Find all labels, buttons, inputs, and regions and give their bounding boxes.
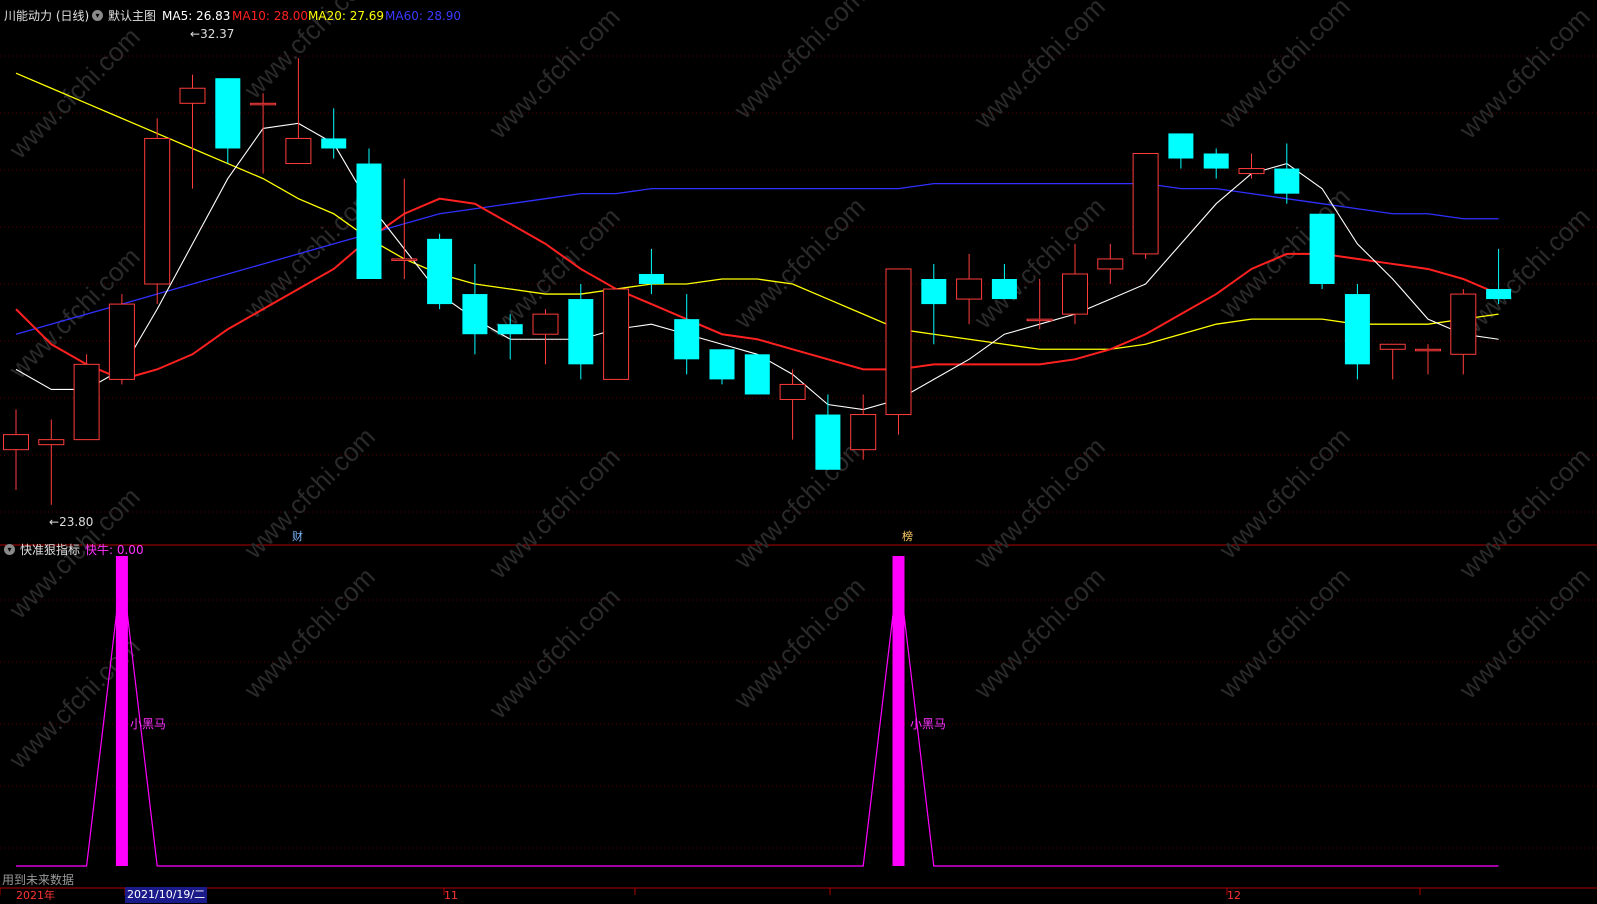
candle-body xyxy=(1238,168,1265,175)
watermark-text: www.cfchi.com xyxy=(237,421,380,564)
month-12-label: 12 xyxy=(1227,889,1241,902)
candle-body xyxy=(1203,153,1229,169)
candle-body xyxy=(250,102,277,106)
watermark-text: www.cfchi.com xyxy=(1212,0,1355,135)
indicator-value: 快牛: 0.00 xyxy=(85,543,144,557)
candle-body xyxy=(144,137,171,285)
candle-body xyxy=(321,138,347,149)
candle-body xyxy=(179,87,206,104)
watermark-text: www.cfchi.com xyxy=(237,561,380,704)
watermark-text: www.cfchi.com xyxy=(2,21,145,164)
candle-body xyxy=(638,273,664,285)
candle-body xyxy=(603,288,630,380)
candle-body xyxy=(1379,343,1406,350)
watermark-text: www.cfchi.com xyxy=(967,0,1110,135)
candle-body xyxy=(1097,258,1124,270)
watermark-text: www.cfchi.com xyxy=(967,431,1110,574)
candle-body xyxy=(532,313,559,335)
candle-body xyxy=(815,414,841,470)
candle-body xyxy=(991,279,1017,300)
low-price-marker: ←23.80 xyxy=(49,515,94,529)
event-bang-tag[interactable]: 榜 xyxy=(902,528,913,544)
candle-body xyxy=(3,434,29,451)
candle-body xyxy=(1132,153,1159,255)
candle-body xyxy=(38,439,65,446)
candle-body xyxy=(1062,273,1088,315)
stock-chart-window: www.cfchi.com www.cfchi.com www.cfchi.com w… xyxy=(0,0,1597,903)
candle-body xyxy=(285,137,312,165)
candle-body xyxy=(1344,294,1370,365)
candle-body xyxy=(568,299,594,365)
candle-body xyxy=(1274,168,1300,194)
candle-body xyxy=(1450,293,1477,355)
selected-date[interactable]: 2021/10/19/二 xyxy=(125,887,208,903)
high-price-label: 32.37 xyxy=(200,27,235,41)
signal-bar xyxy=(115,556,128,866)
ma20-value: MA20: 27.69 xyxy=(308,9,385,23)
watermark-text: www.cfchi.com xyxy=(727,571,870,714)
high-price-marker: ←32.37 xyxy=(190,27,235,41)
candle-body xyxy=(73,363,100,441)
year-label: 2021年 xyxy=(16,889,55,902)
watermark-text: www.cfchi.com xyxy=(482,581,625,724)
candle-body xyxy=(779,383,806,400)
main-chart-label[interactable]: 默认主图 xyxy=(108,8,156,24)
candle-body xyxy=(427,238,453,305)
ma5-value: MA5: 26.83 xyxy=(162,9,231,23)
candle-body xyxy=(1309,213,1335,285)
candle-body xyxy=(1486,289,1512,300)
candle-body xyxy=(1168,133,1194,159)
watermark-text: www.cfchi.com xyxy=(482,1,625,144)
candle-body xyxy=(391,258,418,261)
candle-body xyxy=(956,278,983,300)
candle-body xyxy=(497,324,523,335)
chart-canvas[interactable]: www.cfchi.com www.cfchi.com www.cfchi.com w… xyxy=(0,0,1597,895)
watermark-text: www.cfchi.com xyxy=(727,0,870,125)
candle-body xyxy=(1026,318,1053,322)
signal-label: 小黑马 xyxy=(910,717,947,731)
watermark-text: www.cfchi.com xyxy=(1212,561,1355,704)
ma10-value: MA10: 28.00 xyxy=(232,9,309,23)
ma60-value: MA60: 28.90 xyxy=(385,9,462,23)
candle-body xyxy=(744,354,770,395)
watermark-text: www.cfchi.com xyxy=(1452,1,1595,144)
signal-bar xyxy=(892,556,905,866)
chevron-down-icon[interactable]: ▾ xyxy=(92,10,103,21)
candle-body xyxy=(462,294,488,335)
candle-body xyxy=(674,319,700,360)
candle-body xyxy=(850,414,877,451)
watermark-text: www.cfchi.com xyxy=(967,191,1110,334)
watermark-text: www.cfchi.com xyxy=(727,191,870,334)
stock-title: 川能动力 (日线) xyxy=(4,9,90,23)
candle-body xyxy=(1415,348,1441,352)
event-cai-tag[interactable]: 财 xyxy=(292,528,303,544)
signal-label: 小黑马 xyxy=(130,717,167,731)
watermark-text: www.cfchi.com xyxy=(482,441,625,584)
month-11-label: 11 xyxy=(444,889,458,902)
indicator-name[interactable]: 快准狠指标 xyxy=(20,542,80,558)
candle-body xyxy=(215,78,241,149)
watermark-text: www.cfchi.com xyxy=(967,561,1110,704)
candle-body xyxy=(108,303,135,380)
candle-body xyxy=(921,279,947,305)
candle-body xyxy=(885,268,912,416)
candle-body xyxy=(356,163,382,279)
chevron-down-icon[interactable]: ▾ xyxy=(4,544,15,555)
future-data-note: 用到未来数据 xyxy=(2,873,75,887)
watermark-text: www.cfchi.com xyxy=(727,431,870,574)
watermark-text: www.cfchi.com xyxy=(1212,421,1355,564)
low-price-label: 23.80 xyxy=(59,515,94,529)
signal-line xyxy=(16,567,1499,867)
candle-body xyxy=(709,349,735,380)
